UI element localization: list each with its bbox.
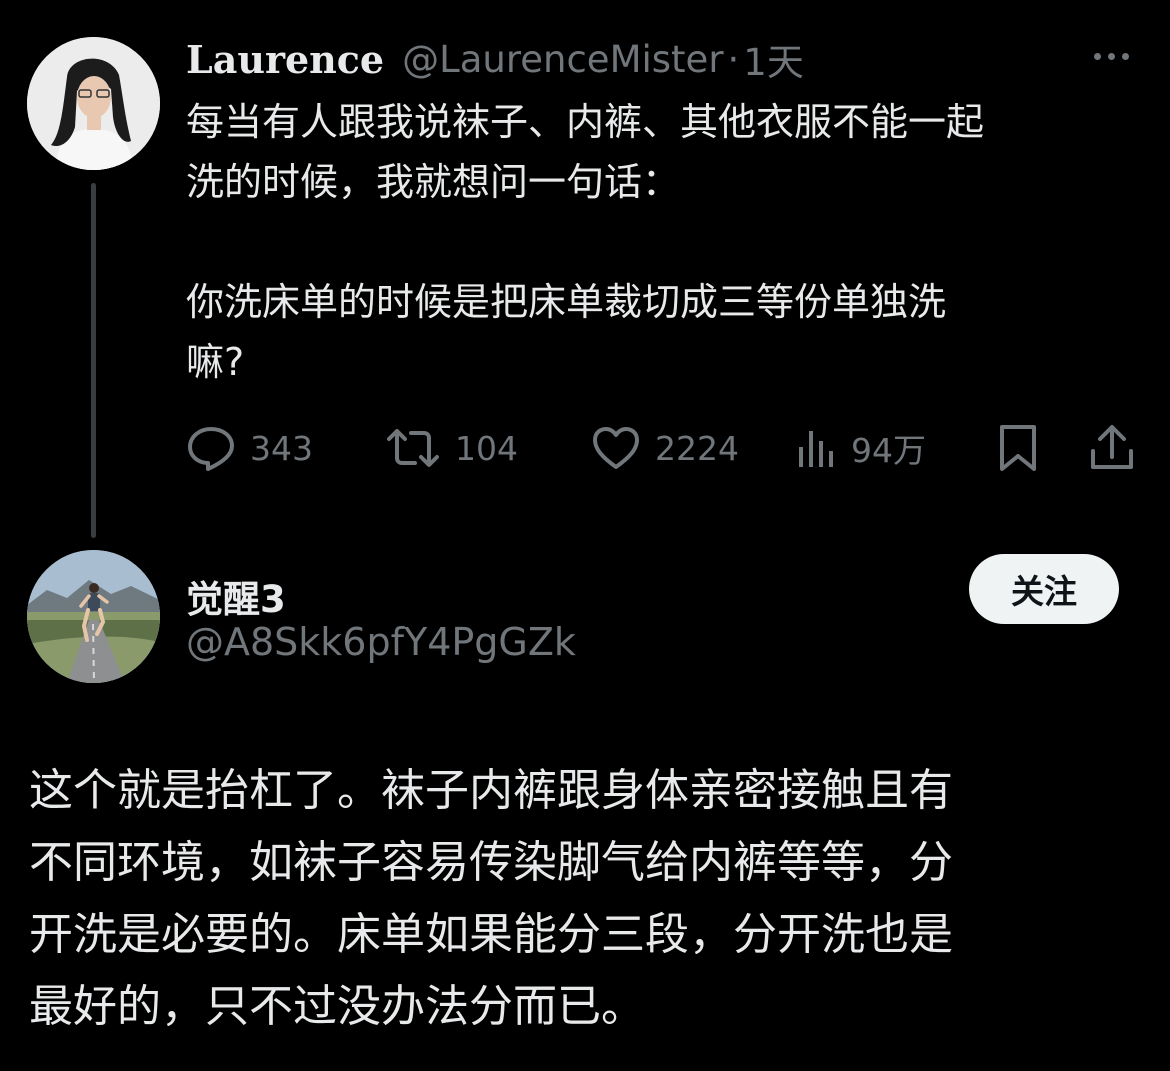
laurence-avatar[interactable]: [27, 37, 160, 170]
tweet-timestamp[interactable]: 1天: [743, 32, 804, 86]
reply-text-line: 最好的，只不过没办法分而已。: [29, 981, 645, 1032]
reply-author-handle[interactable]: @A8Skk6pfY4PgGZk: [186, 620, 576, 664]
more-dots-icon[interactable]: [1094, 53, 1129, 60]
avatar-portrait-image: [27, 37, 160, 170]
tweet-header: Laurence @LaurenceMister · 1天: [186, 32, 804, 86]
like-count: 2224: [655, 428, 739, 468]
share-button[interactable]: [1088, 420, 1136, 476]
reply-author-avatar[interactable]: [27, 550, 160, 683]
thread-connector-line: [91, 183, 96, 538]
retweet-button[interactable]: 104: [385, 420, 518, 476]
reply-count: 343: [250, 428, 313, 468]
follow-button[interactable]: 关注: [969, 554, 1119, 624]
tweet-action-bar: 343 104 2224 94万: [186, 420, 1136, 476]
views-count: 94万: [851, 431, 926, 470]
reply-icon: [188, 427, 234, 471]
reply-button[interactable]: 343: [186, 420, 313, 476]
tweet-text-line: 洗的时候，我就想问一句话：: [186, 160, 681, 204]
retweet-icon: [387, 429, 439, 467]
author-name[interactable]: Laurence: [186, 37, 384, 82]
tweet-text-line: 嘛?: [186, 340, 245, 384]
heart-icon: [593, 427, 639, 469]
avatar-runner-image: [27, 550, 160, 683]
reply-text-line: 不同环境，如袜子容易传染脚气给内裤等等，分: [29, 837, 953, 888]
tweet-text-line: 每当有人跟我说袜子、内裤、其他衣服不能一起: [186, 100, 985, 144]
share-icon: [1091, 425, 1133, 469]
tweet-text-line: 你洗床单的时候是把床单裁切成三等份单独洗: [186, 280, 947, 324]
bookmark-button[interactable]: [996, 420, 1040, 476]
author-handle[interactable]: @LaurenceMister: [402, 38, 723, 81]
reply-text-line: 开洗是必要的。床单如果能分三段，分开洗也是: [29, 909, 953, 960]
views-chart-icon: [799, 431, 833, 467]
reply-author-name[interactable]: 觉醒3: [186, 569, 286, 623]
views-button[interactable]: 94万: [797, 420, 926, 476]
reply-text-line: 这个就是抬杠了。袜子内裤跟身体亲密接触且有: [29, 765, 953, 816]
like-button[interactable]: 2224: [591, 420, 739, 476]
tweet-body: 每当有人跟我说袜子、内裤、其他衣服不能一起 洗的时候，我就想问一句话： 你洗床单…: [186, 92, 1146, 392]
header-separator: ·: [727, 37, 740, 81]
bookmark-icon: [1000, 425, 1036, 471]
retweet-count: 104: [455, 428, 518, 468]
reply-body: 这个就是抬杠了。袜子内裤跟身体亲密接触且有 不同环境，如袜子容易传染脚气给内裤等…: [29, 755, 1139, 1043]
